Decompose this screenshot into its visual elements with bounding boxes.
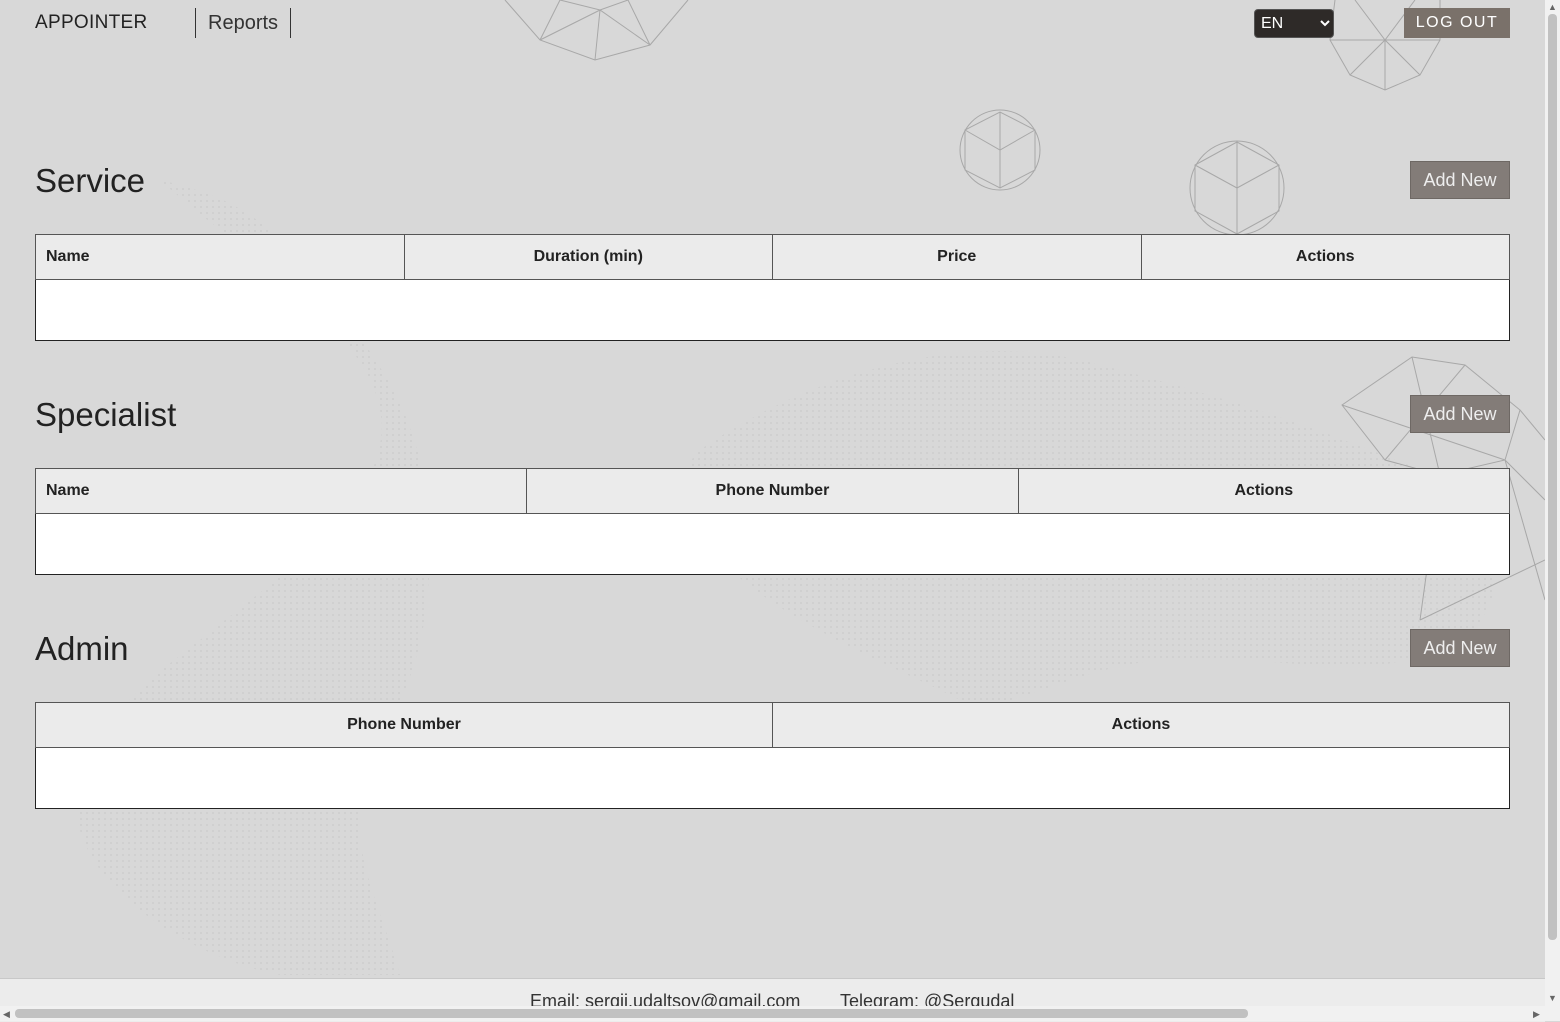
vertical-scrollbar[interactable]: ▲ ▼ [1545, 0, 1560, 1021]
column-header-actions[interactable]: Actions [1017, 468, 1511, 514]
table-empty-row [35, 279, 1510, 341]
column-header-actions[interactable]: Actions [772, 702, 1510, 748]
add-admin-button[interactable]: Add New [1410, 629, 1510, 667]
logout-button[interactable]: LOG OUT [1404, 8, 1510, 38]
column-header-name[interactable]: Name [34, 468, 528, 514]
table-empty-cell [35, 279, 1510, 341]
brand-logo[interactable]: APPOINTER [35, 12, 148, 34]
admin-table: Phone Number Actions [35, 702, 1510, 809]
horizontal-scrollbar[interactable]: ◀ ▶ [0, 1006, 1545, 1021]
column-header-phone-number[interactable]: Phone Number [526, 468, 1019, 514]
table-empty-cell [35, 513, 1510, 575]
service-table: Name Duration (min) Price Actions [35, 234, 1510, 341]
column-header-name[interactable]: Name [35, 234, 405, 280]
column-header-actions[interactable]: Actions [1140, 234, 1510, 280]
column-header-duration[interactable]: Duration (min) [403, 234, 773, 280]
top-header: APPOINTER Reports EN LOG OUT [0, 0, 1545, 46]
table-empty-row [35, 513, 1510, 575]
add-specialist-button[interactable]: Add New [1410, 395, 1510, 433]
nav-reports-link[interactable]: Reports [195, 8, 292, 38]
specialist-table: Name Phone Number Actions [34, 468, 1511, 575]
admin-section-title: Admin [35, 630, 129, 667]
table-header-row: Phone Number Actions [35, 702, 1510, 748]
scroll-up-arrow-icon[interactable]: ▲ [1548, 2, 1557, 12]
scroll-down-arrow-icon[interactable]: ▼ [1548, 993, 1557, 1003]
table-empty-cell [35, 747, 1510, 809]
column-header-phone-number[interactable]: Phone Number [35, 702, 773, 748]
add-service-button[interactable]: Add New [1410, 161, 1510, 199]
table-empty-row [35, 747, 1510, 809]
horizontal-scroll-thumb[interactable] [15, 1009, 1248, 1018]
scroll-right-arrow-icon[interactable]: ▶ [1533, 1009, 1540, 1019]
language-select[interactable]: EN [1254, 9, 1334, 38]
specialist-section-title: Specialist [35, 396, 177, 433]
table-header-row: Name Phone Number Actions [34, 468, 1511, 514]
table-header-row: Name Duration (min) Price Actions [35, 234, 1510, 280]
service-section-title: Service [35, 162, 146, 199]
vertical-scroll-thumb[interactable] [1548, 14, 1557, 940]
column-header-price[interactable]: Price [772, 234, 1142, 280]
scroll-left-arrow-icon[interactable]: ◀ [3, 1009, 10, 1019]
